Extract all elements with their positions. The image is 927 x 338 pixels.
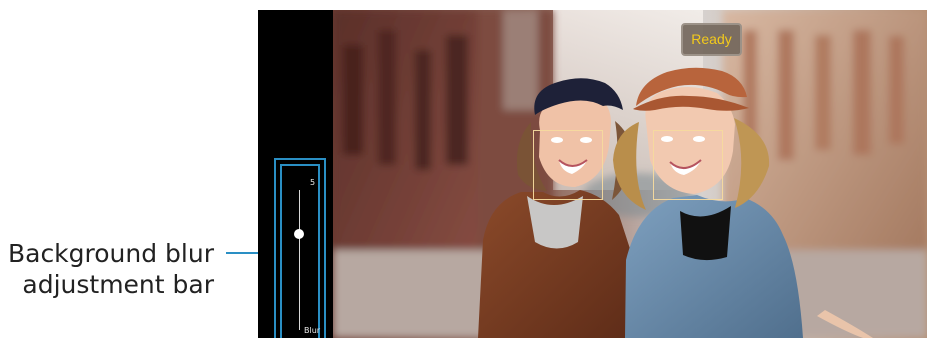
background-blur-panel[interactable]: 5 Blur <box>274 158 326 338</box>
callout-label: Background blur adjustment bar <box>8 238 214 300</box>
status-chip-label: Ready <box>691 31 732 47</box>
callout-label-line-1: Background blur <box>7 239 214 268</box>
face-detection-box-right <box>653 130 723 200</box>
background-blur-panel-inner: 5 Blur <box>280 164 320 338</box>
callout-label-line-2: adjustment bar <box>22 270 214 299</box>
status-chip: Ready <box>681 23 742 56</box>
camera-screen: Ready 5 Blur <box>258 10 927 338</box>
blur-slider-track[interactable] <box>299 190 300 330</box>
blur-caption-label: Blur <box>304 326 321 335</box>
portrait-scene <box>333 10 927 338</box>
face-detection-box-left <box>533 130 603 200</box>
camera-viewfinder[interactable]: Ready <box>333 10 927 338</box>
blur-slider-thumb[interactable] <box>294 229 304 239</box>
blur-value-label: 5 <box>310 178 316 187</box>
